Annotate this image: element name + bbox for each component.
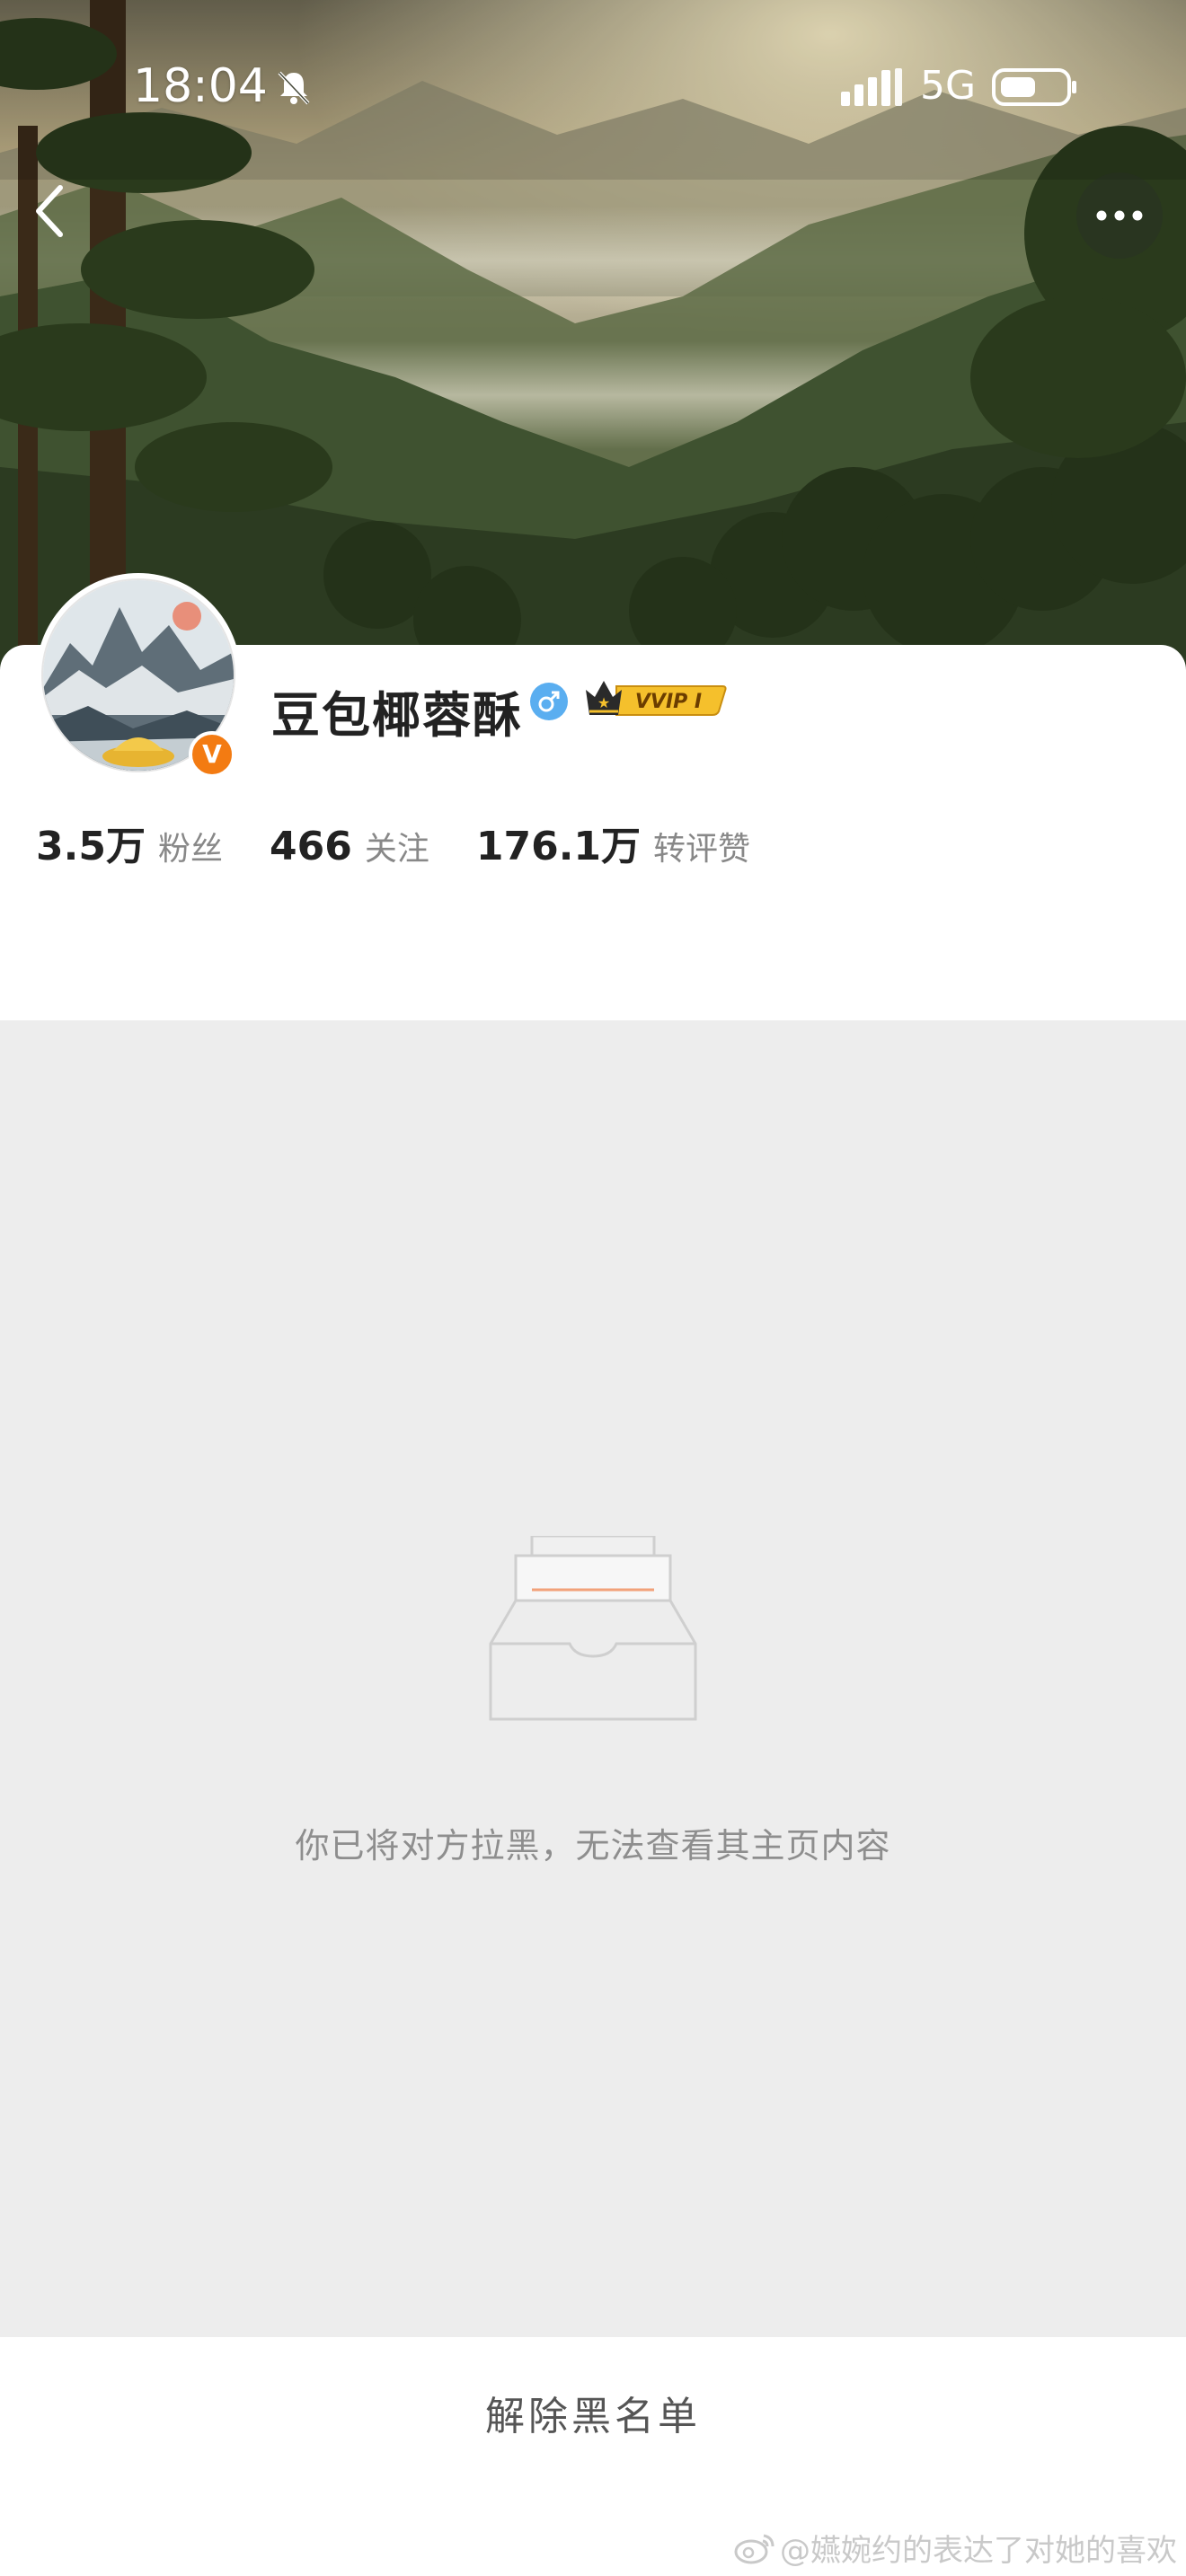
stat-value: 3.5万: [36, 824, 146, 869]
more-dots-icon: [1096, 210, 1143, 221]
watermark-text: @嬿婉约的表达了对她的喜欢: [780, 2533, 1177, 2569]
more-button[interactable]: [1076, 172, 1163, 259]
stat-label: 转评赞: [653, 831, 751, 868]
chevron-left-icon: [36, 185, 63, 237]
signal-icon: [841, 68, 902, 106]
network-type: 5G: [920, 63, 977, 109]
username: 豆包椰蓉酥: [271, 687, 523, 744]
stat-value: 466: [269, 824, 352, 869]
unblock-button[interactable]: 解除黑名单: [0, 2337, 1186, 2488]
stat-followers[interactable]: 3.5万 粉丝: [36, 814, 223, 871]
weibo-logo-icon: [734, 2534, 774, 2563]
stat-reposts-comments-likes[interactable]: 176.1万 转评赞: [476, 814, 750, 871]
battery-icon: [992, 68, 1076, 106]
status-bar: 18:04 5G: [0, 0, 1186, 171]
bell-muted-icon: [278, 71, 310, 105]
verified-mark: V: [202, 739, 222, 769]
empty-state-message: 你已将对方拉黑，无法查看其主页内容: [295, 1826, 891, 1866]
vip-badge[interactable]: ★ VVIP I: [580, 675, 728, 722]
male-gender-icon: [530, 683, 568, 720]
svg-text:★: ★: [597, 694, 610, 711]
stat-following[interactable]: 466 关注: [270, 823, 429, 869]
stat-label: 粉丝: [157, 831, 223, 868]
stat-value: 176.1万: [475, 824, 642, 869]
verified-badge: V: [189, 731, 235, 778]
stat-label: 关注: [364, 831, 429, 868]
status-time: 18:04: [133, 59, 268, 113]
vip-label: VVIP I: [635, 691, 702, 713]
back-button[interactable]: [18, 171, 81, 251]
profile-stats: 3.5万 粉丝 466 关注 176.1万 转评赞: [36, 814, 797, 871]
empty-inbox-icon: [489, 1536, 697, 1721]
watermark: @嬿婉约的表达了对她的喜欢: [733, 2526, 1177, 2570]
